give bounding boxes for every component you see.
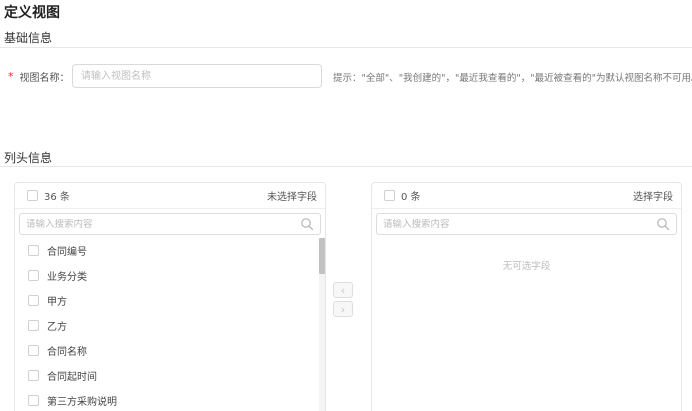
item-checkbox[interactable]	[28, 245, 39, 256]
panel-header: 0 条 选择字段	[372, 183, 681, 209]
scrollbar-thumb[interactable]	[319, 238, 325, 274]
list-item-label: 合同起时间	[47, 372, 97, 383]
search-icon[interactable]	[300, 217, 314, 231]
chevron-left-icon: ‹	[340, 283, 346, 297]
item-checkbox[interactable]	[28, 320, 39, 331]
list-item-label: 业务分类	[47, 272, 87, 283]
select-all-checkbox[interactable]	[27, 190, 38, 201]
item-checkbox[interactable]	[28, 370, 39, 381]
list-item-label: 合同名称	[47, 347, 87, 358]
list-item-label: 合同编号	[47, 247, 87, 258]
move-right-button[interactable]: ›	[333, 301, 353, 317]
list-item-label: 第三方采购说明	[47, 397, 117, 408]
search-icon[interactable]	[656, 217, 670, 231]
item-count: 36 条	[44, 192, 70, 203]
page-title: 定义视图	[4, 5, 60, 21]
view-name-hint: 提示："全部"、"我创建的"，"最近我查看的"，"最近被查看的"为默认视图名称不…	[333, 73, 692, 84]
empty-state-text: 无可选字段	[502, 261, 551, 272]
list-item[interactable]: 合同编号	[15, 238, 317, 263]
view-name-label: 视图名称：	[19, 72, 70, 84]
move-left-button[interactable]: ‹	[333, 282, 353, 298]
basic-info-divider	[0, 47, 692, 48]
list-item[interactable]: 合同起时间	[15, 363, 317, 388]
list-item[interactable]: 业务分类	[15, 263, 317, 288]
view-name-label-row: * 视图名称：	[8, 64, 70, 88]
item-checkbox[interactable]	[28, 270, 39, 281]
required-mark: *	[8, 69, 14, 83]
column-info-section-title: 列头信息	[4, 151, 53, 165]
item-checkbox[interactable]	[28, 395, 39, 406]
list-item[interactable]: 合同名称	[15, 338, 317, 363]
basic-info-section-title: 基础信息	[4, 31, 53, 45]
search-input[interactable]	[383, 218, 656, 230]
view-name-input[interactable]	[72, 64, 322, 88]
list-item-label: 甲方	[47, 297, 67, 308]
select-all-checkbox[interactable]	[384, 190, 395, 201]
search-input[interactable]	[26, 218, 300, 230]
item-checkbox[interactable]	[28, 345, 39, 356]
list-item[interactable]: 第三方采购说明	[15, 388, 317, 411]
panel-title: 未选择字段	[267, 192, 317, 203]
chevron-right-icon: ›	[340, 302, 346, 316]
panel-title: 选择字段	[633, 192, 673, 203]
column-info-divider	[0, 166, 692, 167]
list-item-label: 乙方	[47, 322, 67, 333]
item-count: 0 条	[401, 192, 421, 203]
search-box	[376, 213, 677, 235]
item-checkbox[interactable]	[28, 295, 39, 306]
list-item[interactable]: 甲方	[15, 288, 317, 313]
field-list: 合同编号 业务分类 甲方 乙方 合同名称 合同起时间 第三方采购说明	[15, 238, 317, 411]
selected-fields-panel: 0 条 选择字段 无可选字段	[371, 182, 682, 411]
unselected-fields-panel: 36 条 未选择字段 合同编号 业务分类 甲方 乙方 合同名称 合同起时间 第三…	[14, 182, 326, 411]
search-box	[19, 213, 321, 235]
list-item[interactable]: 乙方	[15, 313, 317, 338]
panel-header: 36 条 未选择字段	[15, 183, 325, 209]
